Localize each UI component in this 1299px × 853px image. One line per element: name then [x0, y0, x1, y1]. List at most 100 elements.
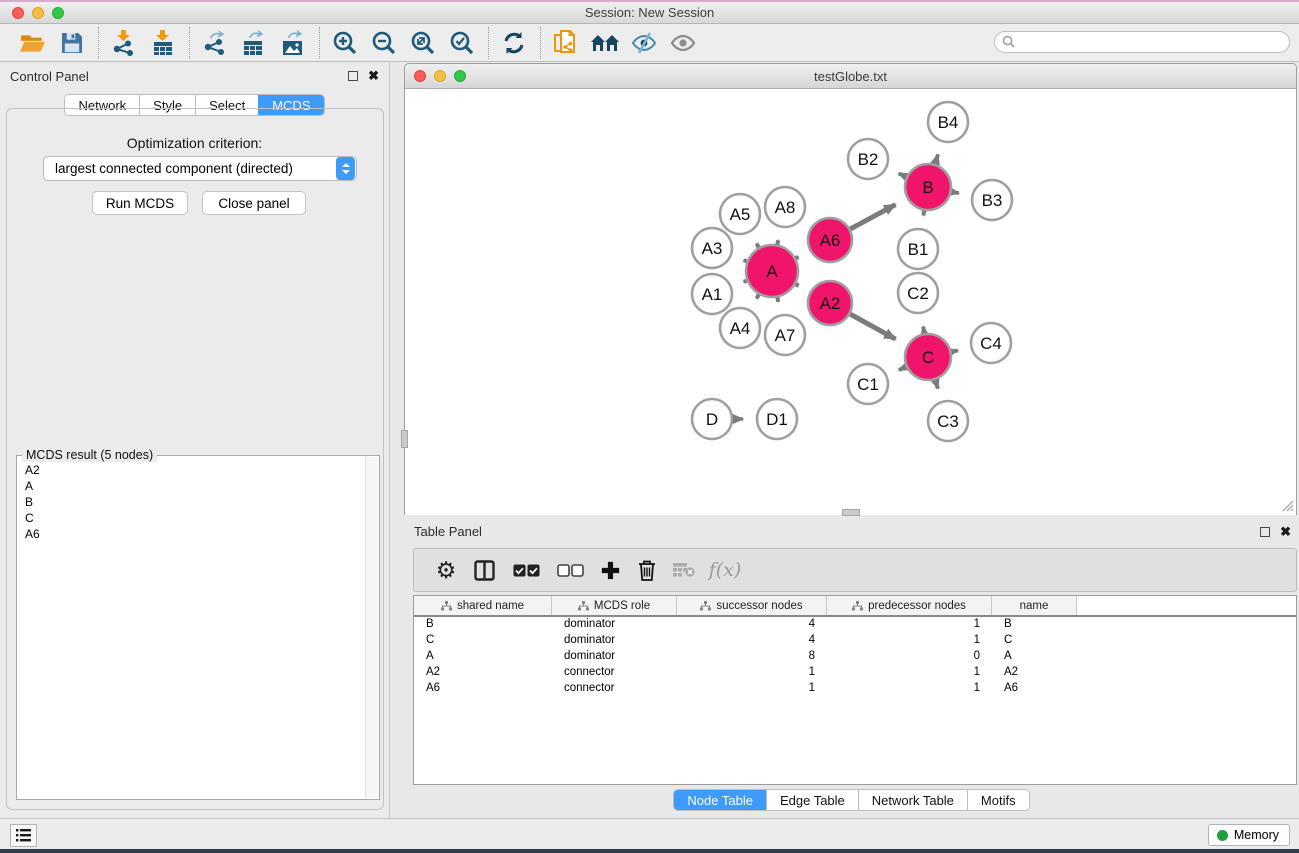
table-row[interactable]: Adominator80A: [414, 649, 1296, 665]
graph-edge-C-C4[interactable]: [951, 350, 957, 351]
new-network-from-selection-button[interactable]: [549, 27, 583, 59]
graph-node-A4[interactable]: A4: [720, 308, 760, 348]
graph-node-C4[interactable]: C4: [971, 323, 1011, 363]
close-table-panel-icon[interactable]: ✖: [1280, 527, 1291, 537]
graph-edge-A-A1[interactable]: [744, 281, 747, 282]
refresh-icon: [502, 31, 526, 55]
mcds-result-item[interactable]: A6: [25, 526, 371, 542]
split-columns-button[interactable]: [464, 555, 504, 585]
graph-edge-A-A7[interactable]: [777, 298, 778, 302]
graph-node-B[interactable]: B: [905, 164, 951, 210]
tab-motifs[interactable]: Motifs: [967, 790, 1029, 810]
graph-node-D1[interactable]: D1: [757, 399, 797, 439]
mcds-list-scrollbar[interactable]: [365, 457, 378, 798]
graph-node-C2[interactable]: C2: [898, 273, 938, 313]
network-canvas[interactable]: B4 B2 B B3 A8A5 A6 A3 B1 A A1 C2 A2 A4A7 C4 C C1 C3 D D1: [405, 90, 1296, 515]
mcds-result-list[interactable]: A2ABCA6: [17, 456, 379, 548]
table-settings-button[interactable]: ⚙: [428, 555, 464, 585]
graph-node-C[interactable]: C: [905, 334, 951, 380]
add-column-button[interactable]: [592, 555, 628, 585]
close-panel-button[interactable]: Close panel: [202, 191, 306, 215]
mcds-result-item[interactable]: C: [25, 510, 371, 526]
graph-edge-A-A8[interactable]: [777, 240, 778, 244]
close-panel-icon[interactable]: ✖: [368, 71, 379, 81]
mcds-result-item[interactable]: A: [25, 478, 371, 494]
select-all-button[interactable]: [504, 555, 548, 585]
graph-edge-C-C1[interactable]: [899, 367, 906, 370]
graph-edge-A-A6[interactable]: [796, 257, 799, 258]
graph-node-A1[interactable]: A1: [692, 274, 732, 314]
show-selected-button[interactable]: [666, 27, 700, 59]
function-builder-button[interactable]: f(x): [702, 555, 748, 585]
zoom-out-button[interactable]: [367, 27, 401, 59]
graph-edge-A-A4[interactable]: [757, 295, 759, 299]
graph-edge-C-C2[interactable]: [923, 327, 924, 334]
graph-node-A8[interactable]: A8: [765, 187, 805, 227]
column-header-name[interactable]: name: [992, 596, 1077, 615]
graph-node-C3[interactable]: C3: [928, 401, 968, 441]
graph-edge-B-B1[interactable]: [923, 211, 924, 216]
graph-edge-C-C3[interactable]: [935, 380, 938, 389]
column-header-predecessor-nodes[interactable]: predecessor nodes: [827, 596, 992, 615]
save-session-button[interactable]: [55, 27, 89, 59]
graph-node-A6[interactable]: A6: [808, 218, 852, 262]
graph-node-A[interactable]: A: [746, 245, 798, 297]
tab-network-table[interactable]: Network Table: [858, 790, 967, 810]
graph-edge-A-A2[interactable]: [796, 284, 799, 286]
tab-node-table[interactable]: Node Table: [674, 790, 766, 810]
run-mcds-button[interactable]: Run MCDS: [92, 191, 188, 215]
graph-node-A5[interactable]: A5: [720, 194, 760, 234]
export-network-button[interactable]: [198, 27, 232, 59]
delete-table-button[interactable]: [666, 555, 702, 585]
column-header-shared-name[interactable]: shared name: [414, 596, 552, 615]
graph-edge-B-B4[interactable]: [935, 155, 938, 165]
import-table-button[interactable]: [146, 27, 180, 59]
graph-node-A7[interactable]: A7: [765, 315, 805, 355]
graph-node-A2[interactable]: A2: [808, 281, 852, 325]
graph-node-A3[interactable]: A3: [692, 228, 732, 268]
zoom-fit-button[interactable]: [406, 27, 440, 59]
column-header-MCDS-role[interactable]: MCDS role: [552, 596, 677, 615]
table-row[interactable]: A6connector11A6: [414, 681, 1296, 697]
open-session-button[interactable]: [16, 27, 50, 59]
show-task-history-button[interactable]: [10, 824, 37, 847]
graph-edge-B-B2[interactable]: [899, 173, 907, 177]
table-row[interactable]: Cdominator41C: [414, 633, 1296, 649]
mcds-result-item[interactable]: A2: [25, 462, 371, 478]
graph-edge-B-B3[interactable]: [952, 192, 959, 193]
resize-grip-icon[interactable]: [1280, 498, 1294, 512]
criterion-select[interactable]: largest connected component (directed): [43, 156, 357, 181]
vertical-scroll-nub[interactable]: [401, 430, 408, 448]
tab-edge-table[interactable]: Edge Table: [766, 790, 858, 810]
zoom-in-button[interactable]: [328, 27, 362, 59]
float-table-panel-button[interactable]: [1260, 527, 1270, 537]
hide-selected-button[interactable]: [627, 27, 661, 59]
import-network-button[interactable]: [107, 27, 141, 59]
graph-node-B4[interactable]: B4: [928, 102, 968, 142]
mcds-result-item[interactable]: B: [25, 494, 371, 510]
graph-edge-A2-C[interactable]: [850, 314, 896, 339]
zoom-selected-button[interactable]: [445, 27, 479, 59]
svg-text:C1: C1: [857, 375, 879, 394]
export-image-button[interactable]: [276, 27, 310, 59]
graph-node-C1[interactable]: C1: [848, 364, 888, 404]
graph-node-D[interactable]: D: [692, 399, 732, 439]
graph-node-B3[interactable]: B3: [972, 180, 1012, 220]
table-row[interactable]: Bdominator41B: [414, 617, 1296, 633]
graph-node-B2[interactable]: B2: [848, 139, 888, 179]
refresh-button[interactable]: [497, 27, 531, 59]
graph-edge-A6-B[interactable]: [850, 205, 895, 230]
deselect-all-button[interactable]: [548, 555, 592, 585]
memory-button[interactable]: Memory: [1208, 824, 1290, 846]
horizontal-scroll-nub[interactable]: [842, 509, 860, 516]
graph-edge-A-A3[interactable]: [744, 260, 747, 261]
column-header-successor-nodes[interactable]: successor nodes: [677, 596, 827, 615]
graph-edge-A-A5[interactable]: [757, 244, 759, 248]
graph-node-B1[interactable]: B1: [898, 229, 938, 269]
table-row[interactable]: A2connector11A2: [414, 665, 1296, 681]
search-input[interactable]: [994, 31, 1290, 53]
float-panel-button[interactable]: [348, 71, 358, 81]
delete-column-button[interactable]: [628, 555, 666, 585]
network-overview-button[interactable]: [588, 27, 622, 59]
export-table-button[interactable]: [237, 27, 271, 59]
